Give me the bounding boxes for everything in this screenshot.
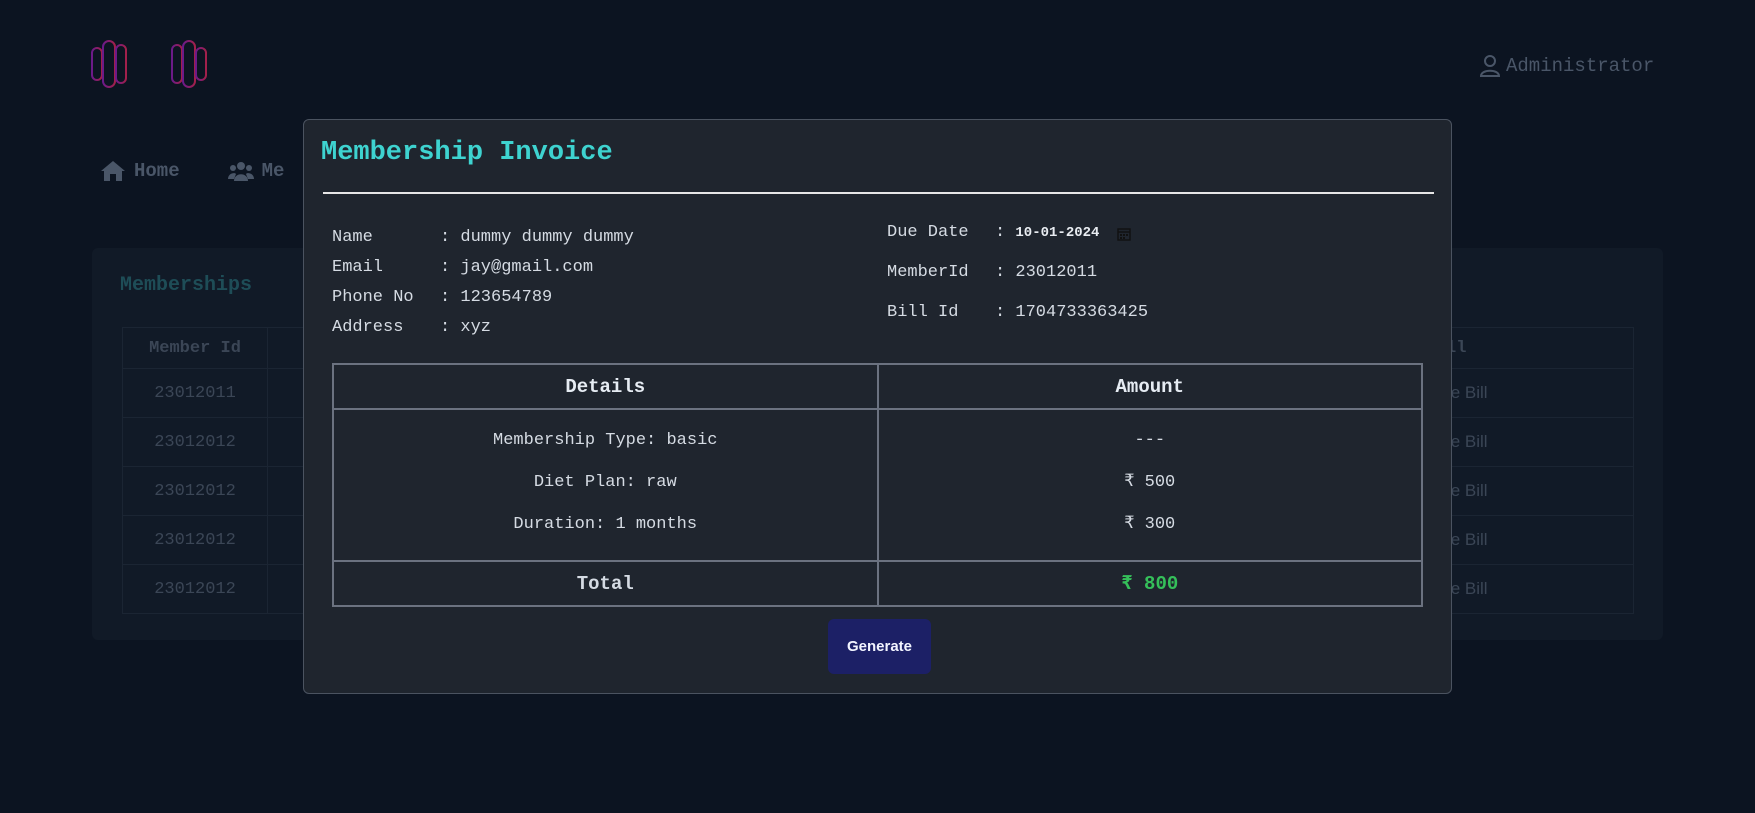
amount-cell: --- ₹ 500 ₹ 300 [876, 408, 1423, 562]
line-item-amount: ₹ 500 [1124, 473, 1176, 492]
bill-info: Due Date: 10-01-2024 MemberId: 23012011 … [887, 223, 1148, 343]
col-amount: Amount [876, 363, 1423, 410]
member-id-cell: 23012012 [122, 417, 268, 467]
info-member-id: MemberId: 23012011 [887, 263, 1098, 282]
generate-bill-link[interactable]: te Bill [1423, 564, 1634, 614]
member-id-cell: 23012012 [122, 515, 268, 565]
member-id-value: 23012011 [1015, 263, 1098, 282]
col-details: Details [332, 363, 879, 410]
name-value: dummy dummy dummy [460, 228, 634, 247]
member-id-cell: 23012012 [122, 564, 268, 614]
invoice-table: Details Amount Membership Type: basic Di… [332, 363, 1423, 607]
member-id-cell: 23012011 [122, 368, 268, 418]
info-name: Name: dummy dummy dummy [332, 223, 634, 253]
info-bill-id: Bill Id: 1704733363425 [887, 303, 1149, 322]
bill-id-value: 1704733363425 [1015, 303, 1149, 322]
line-item-detail: Duration: 1 months [513, 515, 698, 534]
main-nav: Home Me [100, 160, 284, 182]
admin-menu[interactable]: Administrator [1480, 55, 1654, 77]
info-address: Address: xyz [332, 313, 634, 343]
generate-bill-link[interactable]: te Bill [1423, 466, 1634, 516]
total-label: Total [332, 560, 879, 607]
calendar-icon[interactable] [1117, 227, 1132, 241]
line-item-detail: Membership Type: basic [493, 431, 718, 450]
generate-bill-link[interactable]: te Bill [1423, 368, 1634, 418]
memberships-title: Memberships [120, 274, 253, 297]
users-icon [227, 162, 254, 181]
nav-item-members[interactable]: Me [227, 160, 285, 182]
col-bill: ll [1423, 327, 1634, 369]
info-due-date: Due Date: 10-01-2024 [887, 223, 1148, 263]
total-amount: ₹ 800 [876, 560, 1423, 607]
info-email: Email: jay@gmail.com [332, 253, 634, 283]
user-icon [1480, 55, 1500, 77]
admin-label: Administrator [1506, 55, 1655, 77]
nav-item-home[interactable]: Home [100, 160, 180, 182]
due-date-input[interactable]: 10-01-2024 [1015, 223, 1099, 241]
info-phone: Phone No: 123654789 [332, 283, 634, 313]
nav-label-home: Home [134, 160, 180, 182]
modal-title: Membership Invoice [321, 138, 613, 168]
home-icon [101, 161, 125, 181]
generate-button[interactable]: Generate [828, 619, 931, 674]
dumbbell-icon [91, 40, 207, 88]
col-member-id: Member Id [122, 327, 268, 369]
member-info: Name: dummy dummy dummy Email: jay@gmail… [332, 223, 634, 343]
line-item-amount: --- [1134, 431, 1166, 450]
invoice-modal: Membership Invoice Name: dummy dummy dum… [303, 119, 1452, 694]
email-value: jay@gmail.com [460, 258, 594, 277]
phone-value: 123654789 [460, 288, 553, 307]
details-cell: Membership Type: basic Diet Plan: raw Du… [332, 408, 879, 562]
line-item-detail: Diet Plan: raw [533, 473, 677, 492]
line-item-amount: ₹ 300 [1124, 515, 1176, 534]
generate-bill-link[interactable]: te Bill [1423, 515, 1634, 565]
title-divider [323, 192, 1434, 194]
nav-label-members: Me [261, 160, 285, 182]
address-value: xyz [460, 318, 492, 337]
member-id-cell: 23012012 [122, 466, 268, 516]
generate-bill-link[interactable]: te Bill [1423, 417, 1634, 467]
